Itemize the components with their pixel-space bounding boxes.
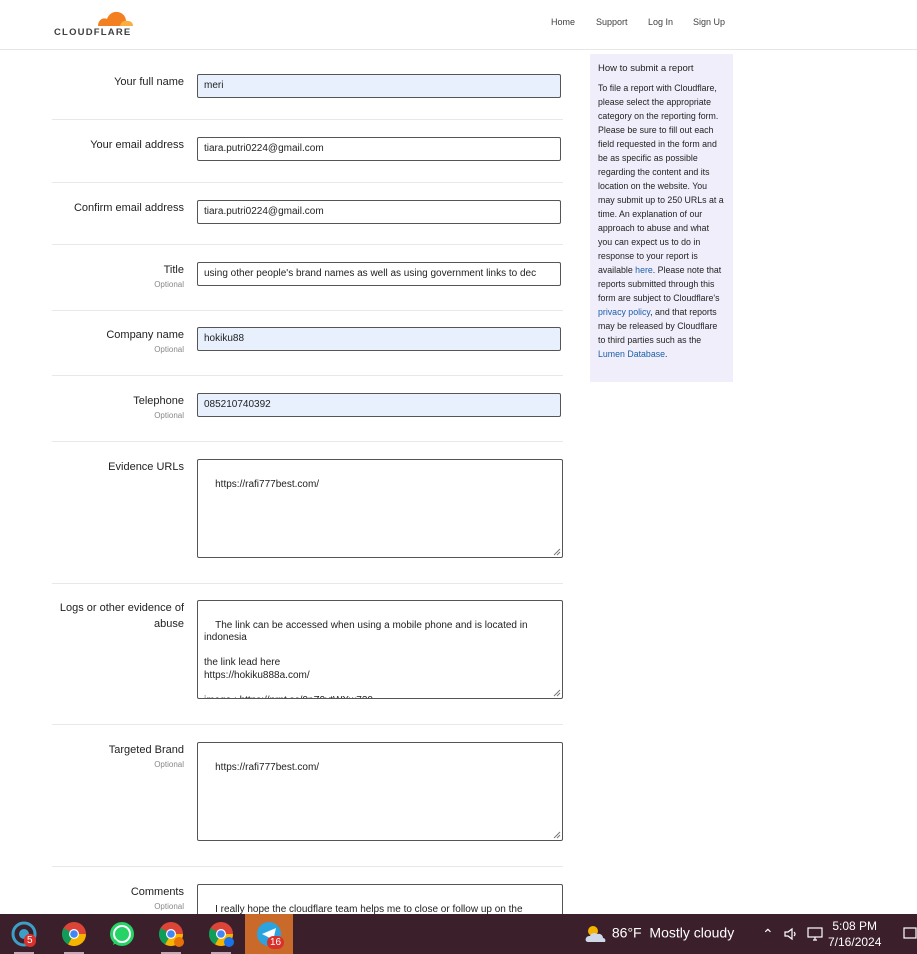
how-to-submit-sidebar: How to submit a report To file a report …: [590, 54, 733, 382]
weather-desc: Mostly cloudy: [649, 924, 735, 941]
windows-taskbar: 5 16 86°F Mostly cloudy ⌃ 5:08 PM 7/16/2…: [0, 914, 917, 954]
weather-temp: 86°F: [611, 924, 642, 941]
nav-home[interactable]: Home: [551, 17, 575, 27]
clock-time: 5:08 PM: [832, 919, 878, 933]
privacy-policy-link[interactable]: privacy policy: [598, 307, 650, 317]
resize-handle-icon[interactable]: [553, 548, 561, 556]
chevron-up-icon[interactable]: ⌃: [762, 926, 774, 943]
comments-label: Comments: [130, 886, 184, 898]
weather-widget[interactable]: 86°F Mostly cloudy: [584, 924, 734, 944]
form-row-confirm-email: Confirm email address tiara.putri0224@gm…: [52, 182, 563, 245]
chrome-profile-c-icon[interactable]: [157, 920, 185, 948]
title-input[interactable]: using other people's brand names as well…: [197, 262, 561, 286]
form-row-logs: Logs or other evidence of abuse The link …: [52, 583, 563, 725]
app-icon[interactable]: 5: [10, 920, 38, 948]
evidence-urls-value: https://rafi777best.com/: [215, 478, 320, 490]
evidence-urls-label: Evidence URLs: [108, 461, 184, 473]
form-row-full-name: Your full name meri: [52, 54, 563, 120]
logs-value: The link can be accessed when using a mo…: [204, 619, 528, 699]
email-label: Your email address: [90, 139, 184, 151]
resize-handle-icon[interactable]: [553, 831, 561, 839]
telegram-badge: 16: [267, 936, 285, 949]
targeted-brand-optional: Optional: [154, 760, 184, 769]
company-optional: Optional: [154, 345, 184, 354]
comments-optional: Optional: [154, 902, 184, 911]
chrome-profile-m-icon[interactable]: [207, 920, 235, 948]
company-input[interactable]: hokiku88: [197, 327, 561, 351]
resize-handle-icon[interactable]: [553, 689, 561, 697]
sidebar-title: How to submit a report: [598, 63, 694, 74]
confirm-email-label: Confirm email address: [73, 202, 184, 214]
telegram-active-slot[interactable]: 16: [245, 914, 293, 954]
nav-sign-up[interactable]: Sign Up: [693, 17, 725, 27]
form-row-evidence-urls: Evidence URLs https://rafi777best.com/: [52, 441, 563, 584]
targeted-brand-value: https://rafi777best.com/: [215, 761, 320, 773]
clock-date: 7/16/2024: [828, 935, 882, 949]
here-link[interactable]: here: [635, 265, 653, 275]
form-row-comments: Comments Optional I really hope the clou…: [52, 866, 563, 924]
nav-support[interactable]: Support: [596, 17, 628, 27]
lumen-database-link[interactable]: Lumen Database: [598, 349, 665, 359]
full-name-input[interactable]: meri: [197, 74, 561, 98]
form-row-telephone: Telephone Optional 085210740392: [52, 375, 563, 442]
targeted-brand-label: Targeted Brand: [108, 744, 184, 756]
telephone-optional: Optional: [154, 411, 184, 420]
telephone-label: Telephone: [133, 395, 184, 407]
email-input[interactable]: tiara.putri0224@gmail.com: [197, 137, 561, 161]
chrome-icon[interactable]: [60, 920, 88, 948]
title-optional: Optional: [154, 280, 184, 289]
cloudflare-logo[interactable]: CLOUDFLARE: [54, 8, 138, 38]
form-row-title: Title Optional using other people's bran…: [52, 244, 563, 311]
logs-label: Logs or other evidence of abuse: [59, 602, 184, 630]
logs-textarea[interactable]: The link can be accessed when using a mo…: [197, 600, 563, 699]
evidence-urls-textarea[interactable]: https://rafi777best.com/: [197, 459, 563, 558]
speaker-icon[interactable]: [783, 926, 799, 945]
whatsapp-icon[interactable]: [108, 920, 136, 948]
cloudy-weather-icon: [585, 926, 606, 942]
site-header: CLOUDFLARE Home Support Log In Sign Up: [0, 0, 917, 50]
form-row-email: Your email address tiara.putri0224@gmail…: [52, 119, 563, 183]
sidebar-text: To file a report with Cloudflare, please…: [598, 83, 724, 359]
nav-log-in[interactable]: Log In: [648, 17, 673, 27]
form-row-company: Company name Optional hokiku88: [52, 310, 563, 376]
telephone-input[interactable]: 085210740392: [197, 393, 561, 417]
notification-icon[interactable]: [903, 926, 917, 945]
logo-text: CLOUDFLARE: [54, 27, 132, 38]
confirm-email-input[interactable]: tiara.putri0224@gmail.com: [197, 200, 561, 224]
app-badge: 5: [24, 934, 36, 947]
system-clock[interactable]: 5:08 PM 7/16/2024: [828, 918, 881, 950]
company-label: Company name: [106, 329, 184, 341]
full-name-label: Your full name: [114, 76, 184, 88]
form-row-targeted-brand: Targeted Brand Optional https://rafi777b…: [52, 724, 563, 867]
title-label: Title: [163, 264, 184, 276]
targeted-brand-textarea[interactable]: https://rafi777best.com/: [197, 742, 563, 841]
cloud-icon: [98, 11, 133, 26]
network-icon[interactable]: [807, 926, 825, 945]
